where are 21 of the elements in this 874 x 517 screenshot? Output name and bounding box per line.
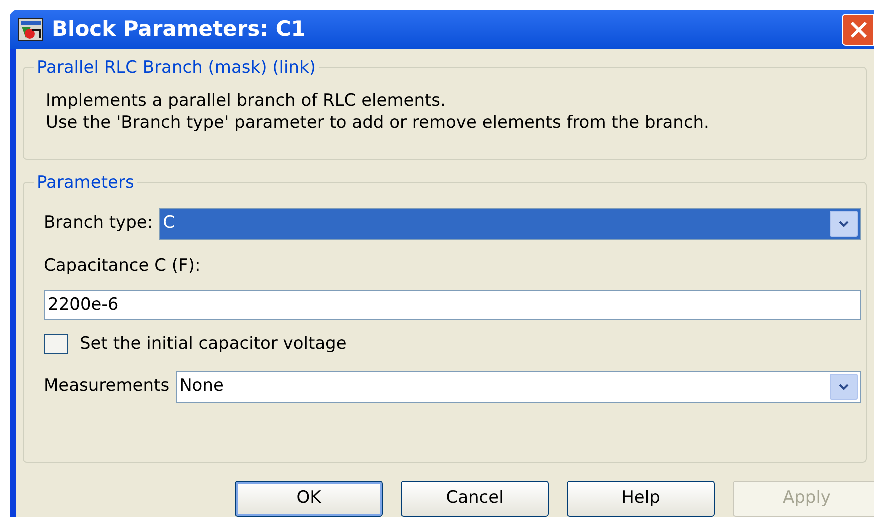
dropdown-button[interactable] [830, 374, 858, 400]
close-button[interactable] [842, 14, 874, 46]
dialog-button[interactable]: OK [235, 481, 383, 517]
dropdown-button[interactable] [830, 211, 858, 237]
app-icon [18, 18, 44, 42]
dropdown[interactable]: None [176, 371, 861, 403]
field-label: Measurements [44, 375, 170, 398]
dialog-button[interactable]: Help [567, 481, 715, 517]
input-field[interactable]: 2200e-6 [44, 290, 861, 320]
window-title: Block Parameters: C1 [52, 16, 307, 43]
field-label: Capacitance C (F): [44, 255, 202, 278]
description-text: Use the 'Branch type' parameter to add or remove elements from the branch. [46, 112, 710, 134]
field-label: Branch type: [44, 212, 154, 236]
checkbox[interactable] [44, 334, 68, 354]
checkbox-label: Set the initial capacitor voltage [80, 332, 347, 356]
close-icon [850, 20, 868, 38]
dropdown-value: C [162, 212, 176, 236]
dropdown[interactable]: C [159, 208, 861, 240]
description-text: Implements a parallel branch of RLC elements. [46, 90, 447, 112]
dialog-button[interactable]: Cancel [401, 481, 549, 517]
dropdown-value: None [178, 375, 225, 398]
